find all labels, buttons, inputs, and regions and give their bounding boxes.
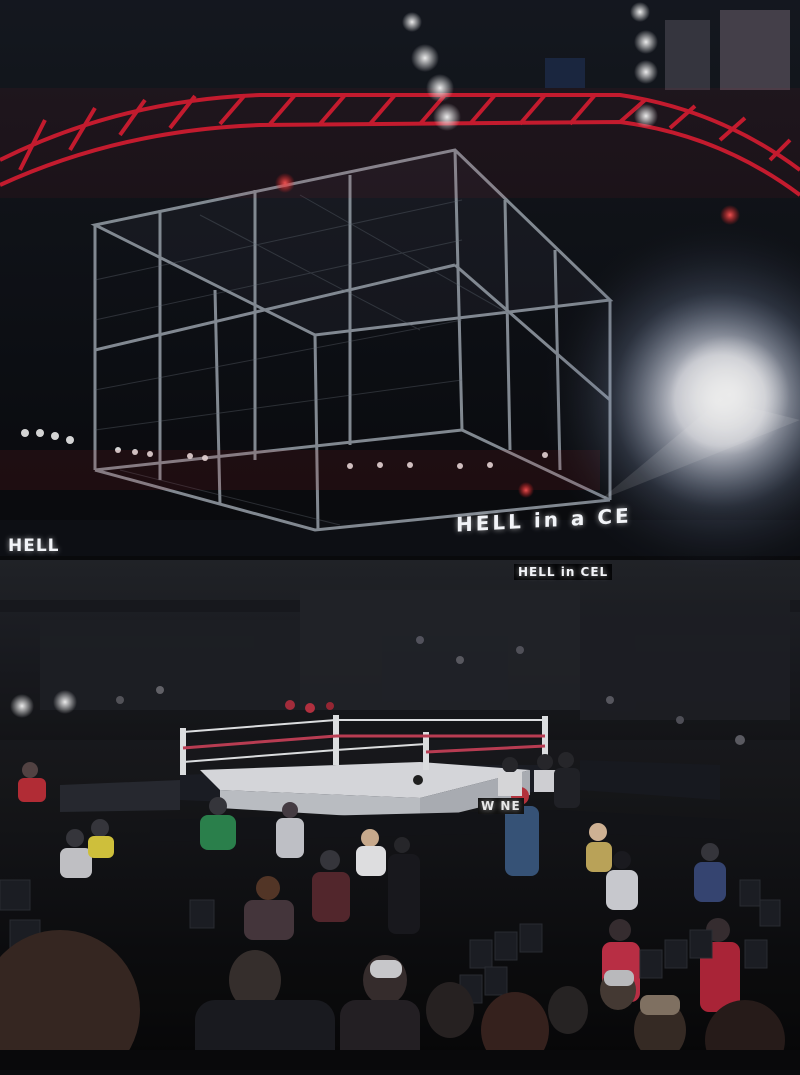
arena-sign-left: HELL <box>8 536 60 556</box>
arena-photo: HELL HELL in a CE HELL in CEL W NE <box>0 0 800 1075</box>
ring-apron-logo: W NE <box>478 798 524 814</box>
vignette <box>0 0 800 1070</box>
arena-scene <box>0 0 800 1075</box>
scoreboard-sign: HELL in CEL <box>514 564 613 580</box>
